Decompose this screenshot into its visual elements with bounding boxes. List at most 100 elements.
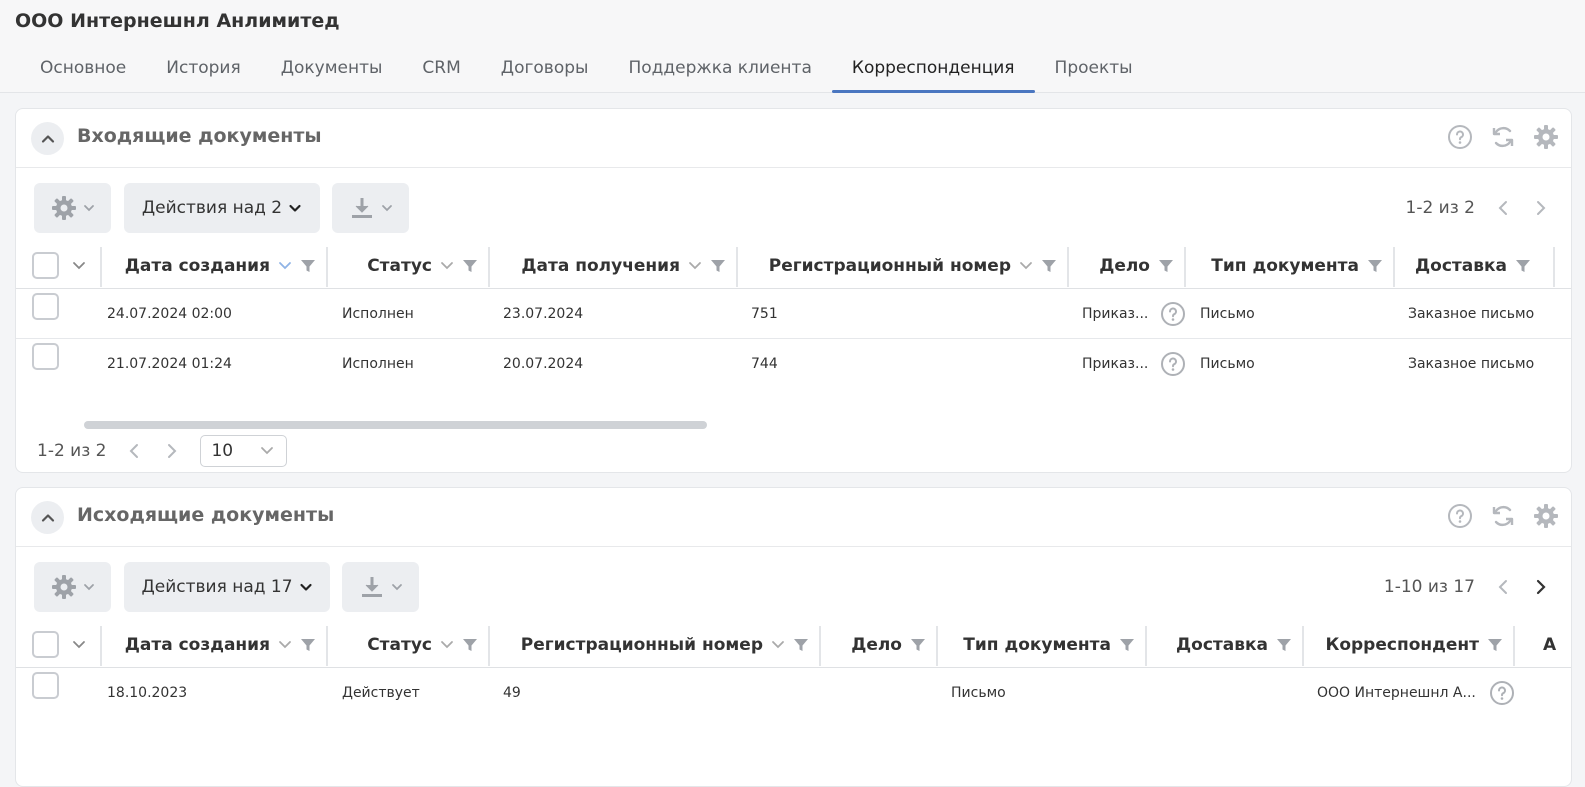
cell-doc-type: Письмо <box>1200 356 1255 372</box>
gear-icon <box>51 575 76 599</box>
table-row[interactable]: 21.07.2024 01:24 Исполнен 20.07.2024 744… <box>16 339 1571 389</box>
tab-main[interactable]: Основное <box>20 56 146 93</box>
download-icon <box>351 198 372 218</box>
filter-icon[interactable] <box>462 637 478 653</box>
help-icon[interactable] <box>1489 680 1515 706</box>
filter-icon[interactable] <box>1515 258 1531 274</box>
filter-icon[interactable] <box>1276 637 1292 653</box>
table-row[interactable]: 24.07.2024 02:00 Исполнен 23.07.2024 751… <box>16 289 1571 339</box>
filter-icon[interactable] <box>1158 258 1174 274</box>
chevron-down-icon[interactable] <box>72 639 86 651</box>
sort-icon[interactable] <box>771 639 785 651</box>
page-header: ООО Интернешнл Анлимитед Основное Истори… <box>0 0 1585 93</box>
row-checkbox[interactable] <box>32 343 59 370</box>
select-all-checkbox[interactable] <box>32 252 59 279</box>
chevron-down-icon[interactable] <box>72 260 86 272</box>
tab-history[interactable]: История <box>146 56 260 93</box>
grid-settings-button[interactable] <box>34 562 111 612</box>
settings-gear-icon[interactable] <box>1532 123 1559 150</box>
filter-icon[interactable] <box>300 258 316 274</box>
column-header-case[interactable]: Дело <box>821 622 936 668</box>
filter-icon[interactable] <box>910 637 926 653</box>
tab-contracts[interactable]: Договоры <box>481 56 609 93</box>
filter-icon[interactable] <box>1119 637 1135 653</box>
refresh-icon[interactable] <box>1489 123 1516 150</box>
tab-documents[interactable]: Документы <box>261 56 403 93</box>
collapse-button[interactable] <box>31 122 64 155</box>
column-header-doc-type[interactable]: Тип документа <box>1186 243 1393 289</box>
next-page-icon[interactable] <box>1531 198 1551 218</box>
sort-icon[interactable] <box>440 260 454 272</box>
row-checkbox[interactable] <box>32 293 59 320</box>
collapse-button[interactable] <box>31 501 64 534</box>
row-checkbox[interactable] <box>32 672 59 699</box>
pager-top: 1-2 из 2 <box>1406 198 1551 218</box>
tab-crm[interactable]: CRM <box>402 56 480 93</box>
sort-desc-icon[interactable] <box>278 260 292 272</box>
bulk-actions-button[interactable]: Действия над 17 <box>124 562 330 612</box>
help-icon[interactable] <box>1160 301 1186 327</box>
chevron-down-icon <box>289 204 301 212</box>
cell-received: 23.07.2024 <box>503 306 584 322</box>
sort-icon[interactable] <box>688 260 702 272</box>
help-icon[interactable] <box>1446 502 1473 529</box>
next-page-icon[interactable] <box>162 441 182 461</box>
filter-icon[interactable] <box>1487 637 1503 653</box>
bulk-actions-label: Действия над 17 <box>141 577 293 597</box>
filter-icon[interactable] <box>793 637 809 653</box>
grid-header: Дата создания Статус Регистрационный ном… <box>16 622 1571 668</box>
sort-icon[interactable] <box>440 639 454 651</box>
select-all-checkbox[interactable] <box>32 631 59 658</box>
column-header-delivery[interactable]: Доставка <box>1395 243 1541 289</box>
filter-icon[interactable] <box>710 258 726 274</box>
tab-support[interactable]: Поддержка клиента <box>608 56 831 93</box>
tab-projects[interactable]: Проекты <box>1035 56 1153 93</box>
cell-reg-number: 751 <box>751 306 778 322</box>
column-header-doc-type[interactable]: Тип документа <box>938 622 1145 668</box>
refresh-icon[interactable] <box>1489 502 1516 529</box>
incoming-grid: Дата создания Статус Дата получения Реги… <box>16 243 1571 389</box>
column-header-truncated[interactable]: А <box>1515 622 1571 668</box>
prev-page-icon[interactable] <box>1493 577 1513 597</box>
grid-settings-button[interactable] <box>34 183 111 233</box>
column-header-status[interactable]: Статус <box>328 622 488 668</box>
prev-page-icon[interactable] <box>124 441 144 461</box>
cell-case: Приказ... <box>1082 306 1149 322</box>
filter-icon[interactable] <box>1041 258 1057 274</box>
horizontal-scrollbar[interactable] <box>84 421 707 429</box>
filter-icon[interactable] <box>462 258 478 274</box>
column-header-created[interactable]: Дата создания <box>102 622 326 668</box>
export-button[interactable] <box>342 562 419 612</box>
column-header-status[interactable]: Статус <box>328 243 488 289</box>
tab-bar: Основное История Документы CRM Договоры … <box>20 56 1153 93</box>
column-header-case[interactable]: Дело <box>1069 243 1184 289</box>
prev-page-icon[interactable] <box>1493 198 1513 218</box>
tab-correspondence[interactable]: Корреспонденция <box>831 56 1035 93</box>
column-header-correspondent[interactable]: Корреспондент <box>1304 622 1513 668</box>
cell-reg-number: 49 <box>503 685 521 701</box>
help-icon[interactable] <box>1160 351 1186 377</box>
incoming-documents-panel: Входящие документы Действия над 2 1-2 из… <box>15 108 1572 473</box>
panel-title: Входящие документы <box>77 125 322 147</box>
filter-icon[interactable] <box>300 637 316 653</box>
filter-icon[interactable] <box>1367 258 1383 274</box>
bulk-actions-button[interactable]: Действия над 2 <box>124 183 320 233</box>
column-header-created[interactable]: Дата создания <box>102 243 326 289</box>
outgoing-documents-panel: Исходящие документы Действия над 17 1-10… <box>15 487 1572 787</box>
pager-bottom: 1-2 из 2 10 <box>37 435 288 467</box>
page-size-select[interactable]: 10 <box>200 435 288 467</box>
column-header-delivery[interactable]: Доставка <box>1147 622 1302 668</box>
toolbar: Действия над 17 1-10 из 17 <box>16 547 1571 622</box>
column-header-reg-number[interactable]: Регистрационный номер <box>490 622 819 668</box>
export-button[interactable] <box>332 183 409 233</box>
next-page-icon[interactable] <box>1531 577 1551 597</box>
sort-icon[interactable] <box>278 639 292 651</box>
column-header-received[interactable]: Дата получения <box>490 243 736 289</box>
column-header-reg-number[interactable]: Регистрационный номер <box>738 243 1067 289</box>
page-size-value: 10 <box>211 441 234 461</box>
table-row[interactable]: 18.10.2023 Действует 49 Письмо ООО Интер… <box>16 668 1571 718</box>
help-icon[interactable] <box>1446 123 1473 150</box>
cell-created: 21.07.2024 01:24 <box>107 356 232 372</box>
settings-gear-icon[interactable] <box>1532 502 1559 529</box>
sort-icon[interactable] <box>1019 260 1033 272</box>
